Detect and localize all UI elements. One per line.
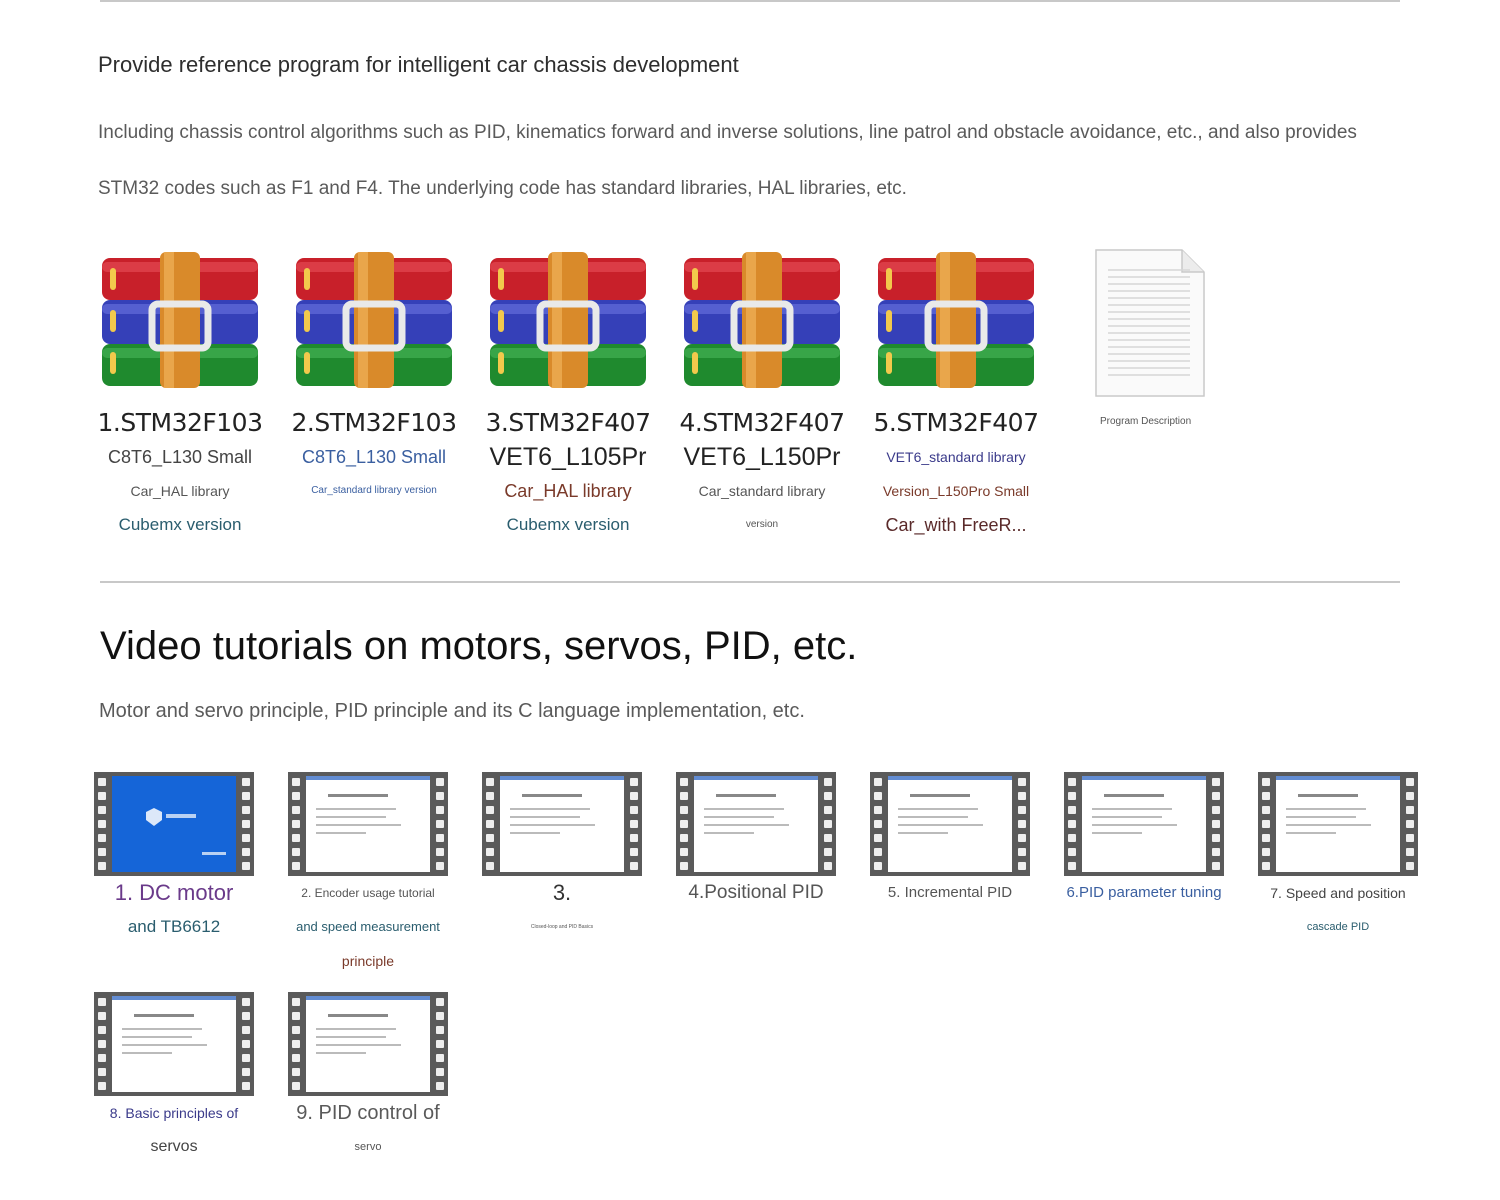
file-name-line: VET6_L150Pr xyxy=(683,443,841,471)
video-name-line: 4.Positional PID xyxy=(688,882,824,903)
document-file-label[interactable]: Program Description xyxy=(1100,416,1191,427)
archive-file-label[interactable]: 2.STM32F103 C8T6_L130 Small Car_standard l… xyxy=(279,406,469,542)
winrar-archive-icon[interactable] xyxy=(294,252,454,388)
archive-file-label[interactable]: 4.STM32F407 VET6_L150Pr Car_standard libra… xyxy=(667,406,857,542)
document-icon[interactable] xyxy=(1094,248,1206,403)
video-name-line: 2. Encoder usage tutorial xyxy=(301,886,435,900)
file-name-line: C8T6_L130 Small xyxy=(301,447,447,467)
video-file-label[interactable]: 4.Positional PID xyxy=(671,876,841,910)
video-file-icon[interactable] xyxy=(94,992,254,1096)
file-name-line: version xyxy=(745,519,779,530)
video-name-line: 8. Basic principles of xyxy=(109,1105,239,1121)
section-heading: Provide reference program for intelligen… xyxy=(98,52,739,77)
video-name-line: 1. DC motor xyxy=(114,880,234,905)
winrar-archive-icon[interactable] xyxy=(488,252,648,388)
file-name-line: 1.STM32F103 xyxy=(97,408,263,437)
video-file-icon[interactable] xyxy=(1064,772,1224,876)
video-file-label[interactable]: 7. Speed and position cascade PID xyxy=(1253,876,1423,944)
file-name-line: Cubemx version xyxy=(118,515,242,534)
file-name-line: C8T6_L130 Small xyxy=(107,447,253,467)
video-section-title: Video tutorials on motors, servos, PID, … xyxy=(100,624,858,668)
archive-file-label[interactable]: 3.STM32F407 VET6_L105Pr Car_HAL library Cub… xyxy=(473,406,663,542)
video-file-icon[interactable] xyxy=(288,992,448,1096)
video-name-line: servo xyxy=(354,1141,382,1153)
video-file-label[interactable]: 9. PID control of servo xyxy=(283,1096,453,1164)
video-name-line: 6.PID parameter tuning xyxy=(1066,884,1222,901)
video-name-line: Closed-loop and PID Basics xyxy=(530,924,594,930)
video-file-label[interactable]: 5. Incremental PID xyxy=(865,876,1035,910)
video-name-line: 3. xyxy=(552,880,572,905)
description-line-1: Including chassis control algorithms suc… xyxy=(98,122,1357,143)
file-name-line: 2.STM32F103 xyxy=(291,408,457,437)
video-name-line: cascade PID xyxy=(1306,921,1370,933)
video-file-label[interactable]: 1. DC motor and TB6612 xyxy=(89,876,259,944)
middle-divider xyxy=(100,581,1400,583)
video-file-icon[interactable] xyxy=(94,772,254,876)
file-name-line: 3.STM32F407 xyxy=(485,408,651,437)
file-name-line: Car_HAL library xyxy=(504,481,632,501)
top-divider xyxy=(100,0,1400,2)
file-name-line: VET6_L105Pr xyxy=(489,443,647,471)
archive-file-label[interactable]: 1.STM32F103 C8T6_L130 Small Car_HAL librar… xyxy=(85,406,275,542)
file-name-line: Car_with FreeR... xyxy=(885,515,1027,535)
file-name-line: 4.STM32F407 xyxy=(679,408,845,437)
file-name-line xyxy=(279,508,469,542)
video-file-icon[interactable] xyxy=(1258,772,1418,876)
video-file-icon[interactable] xyxy=(482,772,642,876)
video-section-description: Motor and servo principle, PID principle… xyxy=(99,700,805,722)
file-name-line: 5.STM32F407 xyxy=(873,408,1039,437)
video-name-line: and TB6612 xyxy=(127,917,221,936)
video-name-line: 9. PID control of xyxy=(296,1102,440,1124)
file-name-line: Car_standard library version xyxy=(311,485,437,496)
file-name-line: Car_standard library xyxy=(698,483,826,499)
file-name-line: Car_HAL library xyxy=(130,483,230,499)
video-file-icon[interactable] xyxy=(288,772,448,876)
video-file-label[interactable]: 6.PID parameter tuning xyxy=(1059,876,1229,910)
archive-file-label[interactable]: 5.STM32F407 VET6_standard library Version_… xyxy=(861,406,1051,542)
file-name-line: Version_L150Pro Small xyxy=(882,483,1030,499)
description-line-2: STM32 codes such as F1 and F4. The under… xyxy=(98,178,907,199)
video-file-label[interactable]: 8. Basic principles of servos xyxy=(89,1096,259,1164)
file-name-line: VET6_standard library xyxy=(886,449,1026,465)
video-file-label[interactable]: 3. Closed-loop and PID Basics xyxy=(477,876,647,944)
file-name-line: Cubemx version xyxy=(506,515,630,534)
video-name-line: and speed measurement xyxy=(296,919,440,934)
video-name-line: principle xyxy=(341,953,395,969)
video-file-icon[interactable] xyxy=(870,772,1030,876)
video-file-icon[interactable] xyxy=(676,772,836,876)
winrar-archive-icon[interactable] xyxy=(100,252,260,388)
video-name-line: servos xyxy=(150,1138,198,1155)
video-file-label[interactable]: 2. Encoder usage tutorial and speed measu… xyxy=(283,876,453,978)
winrar-archive-icon[interactable] xyxy=(682,252,842,388)
winrar-archive-icon[interactable] xyxy=(876,252,1036,388)
video-name-line: 7. Speed and position xyxy=(1270,885,1406,901)
video-name-line: 5. Incremental PID xyxy=(887,884,1013,901)
